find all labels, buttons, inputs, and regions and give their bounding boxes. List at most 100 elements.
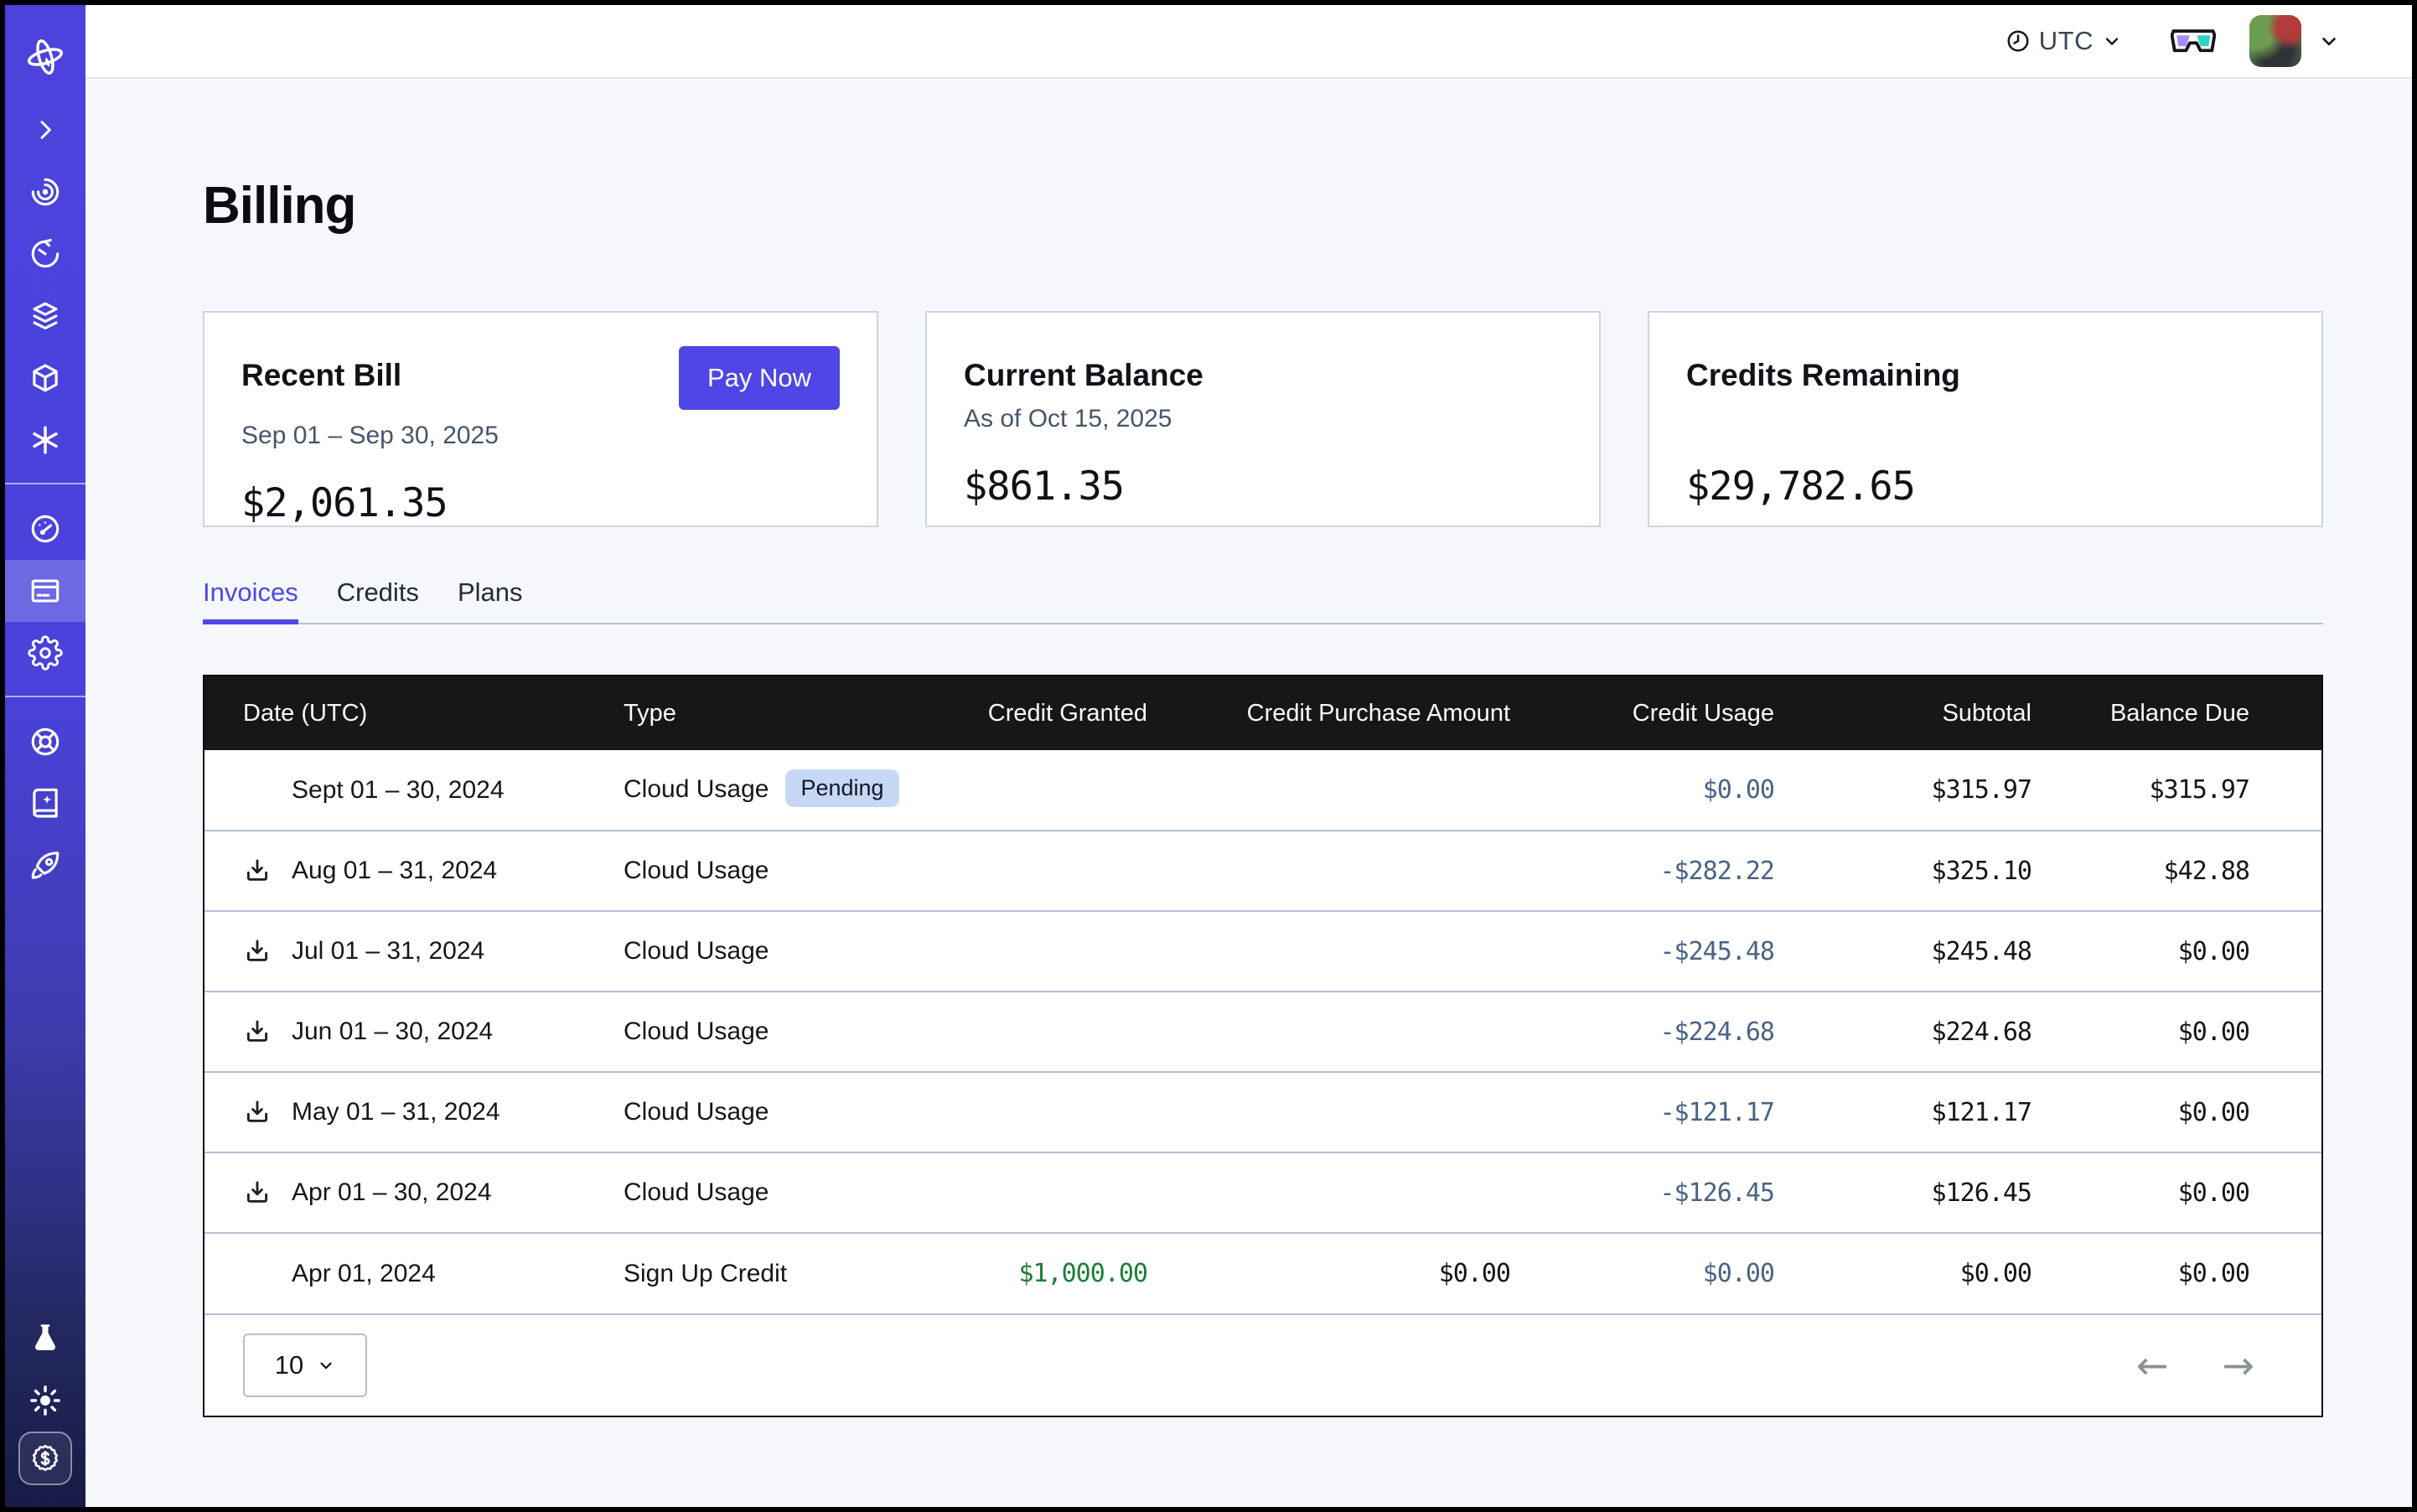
sidebar-item-get-started[interactable] xyxy=(5,835,85,897)
page-size-select[interactable]: 10 xyxy=(243,1333,367,1397)
sidebar-collapse-button[interactable] xyxy=(5,99,85,161)
credit-purchase-value: $0.00 xyxy=(1439,1259,1510,1288)
download-icon xyxy=(243,857,272,885)
tab-credits[interactable]: Credits xyxy=(337,577,419,623)
sidebar-item-settings[interactable] xyxy=(5,622,85,684)
balance-due-value: $0.00 xyxy=(2178,1017,2249,1047)
timezone-label: UTC xyxy=(2039,26,2094,56)
table-footer: 10 ← → xyxy=(204,1313,2321,1416)
sidebar-item-observability[interactable] xyxy=(5,161,85,223)
download-icon xyxy=(243,1178,272,1207)
invoice-type: Cloud Usage xyxy=(624,1178,769,1206)
invoice-type: Cloud Usage xyxy=(624,937,769,965)
avatar[interactable] xyxy=(2249,15,2301,67)
billing-tabs: Invoices Credits Plans xyxy=(203,577,2323,624)
3d-glasses-icon[interactable] xyxy=(2171,27,2216,55)
layers-icon xyxy=(28,298,63,334)
gear-icon xyxy=(28,635,63,671)
page-size-value: 10 xyxy=(275,1350,303,1380)
credit-usage-value: $0.00 xyxy=(1703,1259,1774,1288)
sidebar-item-billing[interactable] xyxy=(5,560,85,622)
theme-toggle[interactable] xyxy=(5,1370,85,1432)
column-header: Date (UTC) xyxy=(204,676,624,750)
column-header: Subtotal xyxy=(1774,676,2031,750)
sidebar-divider xyxy=(5,483,85,484)
chevron-right-icon xyxy=(32,117,59,143)
orbit-logo-icon[interactable] xyxy=(5,34,85,80)
download-invoice-button[interactable] xyxy=(243,1017,277,1046)
sidebar-item-deployments[interactable] xyxy=(5,347,85,409)
table-row: May 01 – 31, 2024 Cloud Usage -$121.17 $… xyxy=(204,1072,2321,1152)
card-subtitle xyxy=(1686,405,2285,438)
life-ring-icon xyxy=(28,724,63,759)
credit-usage-value: $0.00 xyxy=(1703,775,1774,805)
status-badge: Pending xyxy=(785,769,898,807)
column-header: Credit Purchase Amount xyxy=(1147,676,1510,750)
invoices-table: Date (UTC) Type Credit Granted Credit Pu… xyxy=(203,675,2323,1417)
download-invoice-button[interactable] xyxy=(243,1178,277,1207)
credit-usage-value: -$245.48 xyxy=(1660,937,1775,966)
billing-page: UTC Billing Recent Bill Pay Now Sep 01 –… xyxy=(5,5,2412,1507)
download-invoice-button[interactable] xyxy=(243,1098,277,1126)
table-row: Apr 01 – 30, 2024 Cloud Usage -$126.45 $… xyxy=(204,1152,2321,1233)
card-amount: $29,782.65 xyxy=(1686,463,2285,510)
next-page-button[interactable]: → xyxy=(2222,1346,2254,1385)
subtotal-value: $0.00 xyxy=(1960,1259,2031,1288)
invoice-type: Cloud Usage xyxy=(624,775,769,803)
subtotal-value: $325.10 xyxy=(1932,857,2031,886)
credit-card-icon xyxy=(28,573,63,608)
chevron-down-icon[interactable] xyxy=(2318,30,2340,52)
sidebar-item-schedules[interactable] xyxy=(5,223,85,285)
table-row: Sept 01 – 30, 2024 Cloud UsagePending $0… xyxy=(204,750,2321,831)
sidebar-item-usage[interactable] xyxy=(5,498,85,560)
rocket-icon xyxy=(28,848,63,883)
balance-due-value: $0.00 xyxy=(2178,1178,2249,1208)
credit-usage-value: -$126.45 xyxy=(1660,1178,1775,1208)
flask-icon xyxy=(28,1321,63,1356)
download-invoice-button[interactable] xyxy=(243,857,277,885)
invoice-rows: Sept 01 – 30, 2024 Cloud UsagePending $0… xyxy=(204,750,2321,1313)
download-icon xyxy=(243,937,272,966)
spiral-eye-icon xyxy=(28,174,63,210)
column-header: Type xyxy=(624,676,959,750)
credit-granted-value: $1,000.00 xyxy=(1018,1259,1147,1288)
subtotal-value: $224.68 xyxy=(1932,1017,2031,1047)
tab-invoices[interactable]: Invoices xyxy=(203,577,298,623)
dollar-badge-icon xyxy=(28,1442,62,1475)
invoice-date: Apr 01, 2024 xyxy=(292,1260,436,1288)
timezone-selector[interactable]: UTC xyxy=(2006,26,2122,56)
invoice-type: Cloud Usage xyxy=(624,857,769,884)
credits-button[interactable] xyxy=(18,1432,72,1485)
card-title: Recent Bill xyxy=(241,358,401,393)
tab-plans[interactable]: Plans xyxy=(458,577,523,623)
clock-history-icon xyxy=(28,236,63,272)
credit-usage-value: -$224.68 xyxy=(1660,1017,1775,1047)
column-header: Balance Due xyxy=(2031,676,2321,750)
sidebar-item-docs[interactable] xyxy=(5,773,85,835)
sidebar-item-stacks[interactable] xyxy=(5,285,85,347)
sun-icon xyxy=(28,1383,63,1418)
table-row: Jun 01 – 30, 2024 Cloud Usage -$224.68 $… xyxy=(204,992,2321,1072)
page-title: Billing xyxy=(203,176,2323,236)
subtotal-value: $121.17 xyxy=(1932,1098,2031,1127)
invoice-type: Cloud Usage xyxy=(624,1017,769,1045)
column-header: Credit Usage xyxy=(1510,676,1774,750)
sidebar xyxy=(5,5,85,1507)
download-icon xyxy=(243,1017,272,1046)
card-amount: $861.35 xyxy=(964,463,1562,510)
pay-now-button[interactable]: Pay Now xyxy=(679,346,840,410)
download-invoice-button[interactable] xyxy=(243,937,277,966)
sidebar-item-secrets[interactable] xyxy=(5,409,85,471)
balance-due-value: $315.97 xyxy=(2150,775,2249,805)
sidebar-item-support[interactable] xyxy=(5,711,85,773)
clock-icon xyxy=(2006,28,2031,54)
invoice-date: Aug 01 – 31, 2024 xyxy=(292,857,497,885)
previous-page-button[interactable]: ← xyxy=(2136,1346,2169,1385)
subtotal-value: $245.48 xyxy=(1932,937,2031,966)
invoice-type: Cloud Usage xyxy=(624,1098,769,1126)
balance-due-value: $0.00 xyxy=(2178,1259,2249,1288)
book-sparkle-icon xyxy=(28,786,63,821)
gauge-icon xyxy=(28,511,63,546)
chevron-down-icon xyxy=(2102,31,2122,51)
sidebar-item-labs[interactable] xyxy=(5,1307,85,1370)
